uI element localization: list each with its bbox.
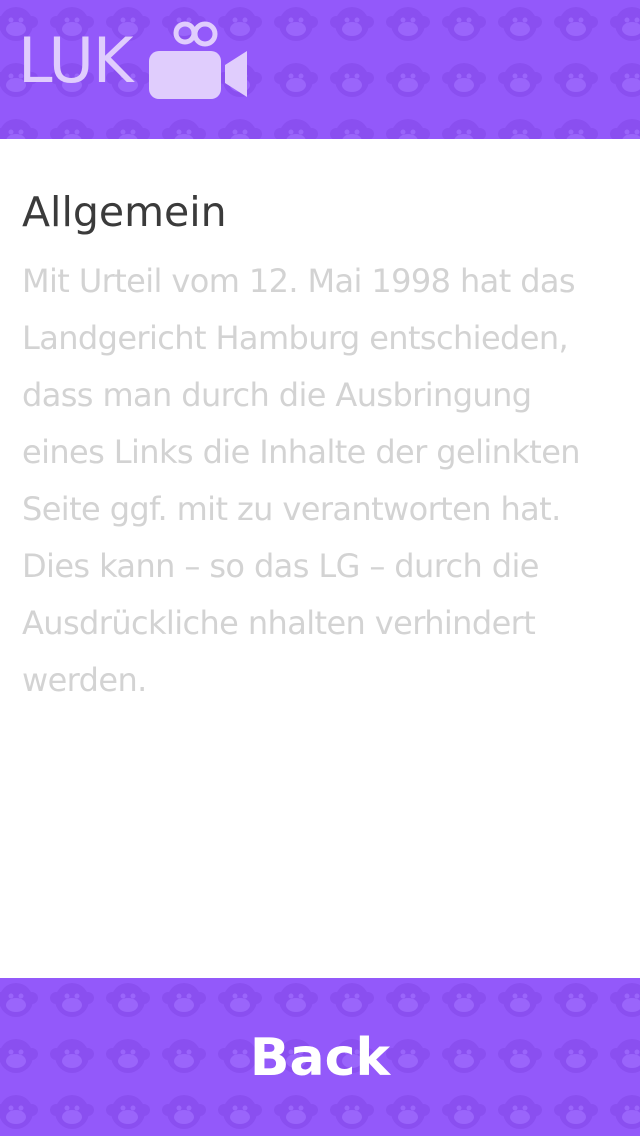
logo-text: LUK xyxy=(18,24,133,97)
section-title: Allgemein xyxy=(22,188,227,236)
body-paragraph: Mit Urteil vom 12. Mai 1998 hat das Land… xyxy=(22,262,581,700)
app-header: LUK xyxy=(0,0,640,139)
main-content: Allgemein Mit Urteil vom 12. Mai 1998 ha… xyxy=(22,188,616,709)
app-footer: Back xyxy=(0,978,640,1136)
luk-logo: LUK xyxy=(18,18,249,104)
back-button[interactable]: Back xyxy=(0,1018,640,1098)
video-camera-icon xyxy=(147,21,249,105)
